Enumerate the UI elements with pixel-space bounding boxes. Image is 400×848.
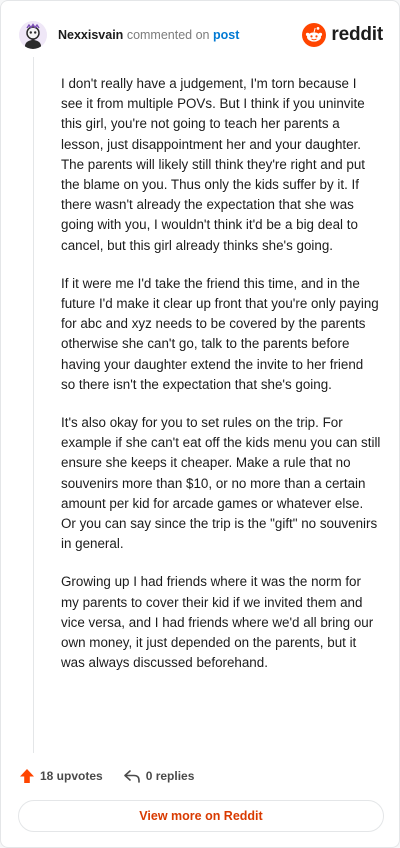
comment-meta: Nexxisvain commented on post xyxy=(58,28,302,42)
comment-body: I don't really have a judgement, I'm tor… xyxy=(61,74,381,691)
reddit-logo-icon xyxy=(302,23,327,47)
replies-button[interactable]: 0 replies xyxy=(123,768,195,784)
reddit-brand[interactable]: reddit xyxy=(302,23,383,47)
upvote-button[interactable]: 18 upvotes xyxy=(19,768,103,784)
view-more-button[interactable]: View more on Reddit xyxy=(18,800,384,832)
reddit-wordmark: reddit xyxy=(331,24,383,45)
comment-paragraph: If it were me I'd take the friend this t… xyxy=(61,275,379,392)
comment-paragraph: I don't really have a judgement, I'm tor… xyxy=(61,76,365,253)
comment-paragraph: Growing up I had friends where it was th… xyxy=(61,574,374,671)
reply-arrow-icon xyxy=(123,770,140,783)
username-link[interactable]: Nexxisvain xyxy=(58,28,123,42)
post-link[interactable]: post xyxy=(213,28,239,42)
comment-footer: 18 upvotes 0 replies xyxy=(19,766,214,786)
action-text: commented on xyxy=(126,28,210,42)
comment-paragraph: It's also okay for you to set rules on t… xyxy=(61,415,381,552)
thread-line xyxy=(33,57,34,753)
comment-header: Nexxisvain commented on post reddit xyxy=(19,17,383,53)
reply-count: 0 replies xyxy=(145,769,195,783)
comment-card: Nexxisvain commented on post reddit I do… xyxy=(0,0,400,848)
upvote-count: 18 upvotes xyxy=(40,769,103,783)
upvote-arrow-icon xyxy=(20,769,34,783)
avatar[interactable] xyxy=(19,21,47,49)
avatar-icon xyxy=(19,21,47,49)
